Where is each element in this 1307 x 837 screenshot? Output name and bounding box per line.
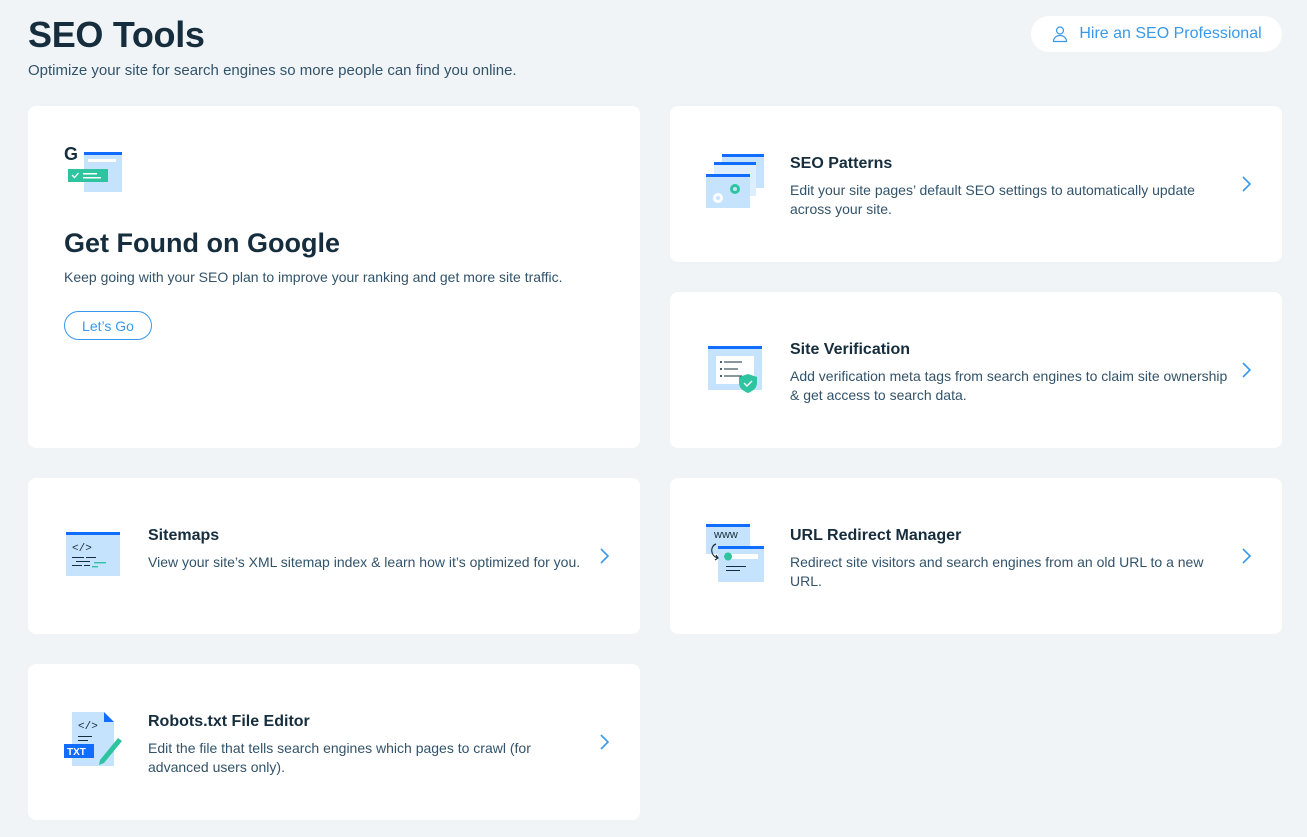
code-glyph: </> bbox=[72, 543, 92, 555]
hero-description: Keep going with your SEO plan to improve… bbox=[64, 269, 563, 285]
seo-patterns-card[interactable]: SEO Patterns Edit your site pages’ defau… bbox=[670, 106, 1282, 262]
lets-go-button[interactable]: Let’s Go bbox=[64, 311, 152, 340]
site-verification-icon bbox=[708, 346, 762, 393]
site-verification-title: Site Verification bbox=[790, 341, 911, 358]
person-icon bbox=[1053, 26, 1068, 43]
robots-txt-title: Robots.txt File Editor bbox=[148, 713, 310, 730]
url-redirect-title: URL Redirect Manager bbox=[790, 527, 962, 544]
txt-label: TXT bbox=[67, 747, 86, 758]
code-glyph: </> bbox=[78, 721, 98, 733]
chevron-right-icon[interactable] bbox=[1238, 360, 1254, 380]
chevron-right-icon[interactable] bbox=[596, 732, 612, 752]
seo-patterns-icon bbox=[706, 154, 764, 208]
robots-txt-file-icon: </> TXT bbox=[64, 712, 122, 766]
page-title: SEO Tools bbox=[28, 14, 205, 55]
site-verification-card[interactable]: Site Verification Add verification meta … bbox=[670, 292, 1282, 448]
page-subtitle: Optimize your site for search engines so… bbox=[28, 62, 517, 79]
google-letter: G bbox=[64, 144, 78, 164]
hire-button-label: Hire an SEO Professional bbox=[1079, 25, 1262, 42]
hire-seo-professional-button[interactable]: Hire an SEO Professional bbox=[1031, 16, 1282, 52]
seo-patterns-description: Edit your site pages’ default SEO settin… bbox=[790, 182, 1195, 217]
sitemaps-title: Sitemaps bbox=[148, 527, 220, 544]
sitemap-code-icon: </> bbox=[66, 532, 120, 576]
www-text: www bbox=[713, 529, 738, 541]
url-redirect-manager-card[interactable]: www URL Redirect Manager Redirect site v… bbox=[670, 478, 1282, 634]
google-search-result-icon: G bbox=[64, 144, 122, 192]
site-verification-description: Add verification meta tags from search e… bbox=[790, 368, 1228, 403]
url-redirect-description: Redirect site visitors and search engine… bbox=[790, 554, 1204, 589]
get-found-on-google-card: G Get Found on Google Keep going with yo… bbox=[28, 106, 640, 448]
url-redirect-icon: www bbox=[706, 524, 764, 582]
sitemaps-card[interactable]: </> Sitemaps View your site’s XML sitema… bbox=[28, 478, 640, 634]
sitemaps-description: View your site’s XML sitemap index & lea… bbox=[148, 554, 581, 570]
chevron-right-icon[interactable] bbox=[596, 546, 612, 566]
chevron-right-icon[interactable] bbox=[1238, 546, 1254, 566]
robots-txt-description: Edit the file that tells search engines … bbox=[148, 740, 531, 775]
chevron-right-icon[interactable] bbox=[1238, 174, 1254, 194]
hero-title: Get Found on Google bbox=[64, 228, 340, 258]
robots-txt-editor-card[interactable]: </> TXT Robots.txt File Editor Edit the … bbox=[28, 664, 640, 820]
seo-patterns-title: SEO Patterns bbox=[790, 155, 893, 172]
